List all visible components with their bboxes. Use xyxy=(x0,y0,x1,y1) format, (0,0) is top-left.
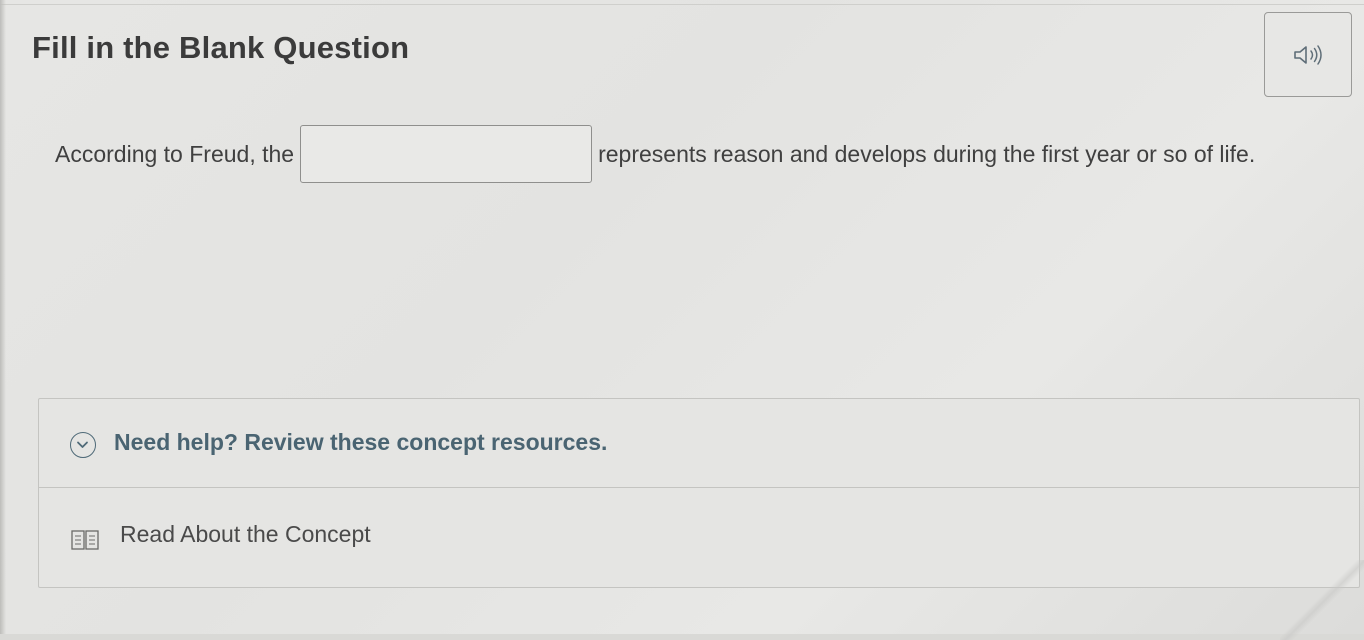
help-toggle[interactable]: Need help? Review these concept resource… xyxy=(39,399,1359,488)
question-title: Fill in the Blank Question xyxy=(32,30,410,65)
prompt-text-after: represents reason and develops during th… xyxy=(598,140,1256,167)
help-title: Need help? Review these concept resource… xyxy=(114,429,608,455)
book-icon xyxy=(71,530,99,550)
assignment-page: Fill in the Blank Question According to … xyxy=(0,0,1364,640)
question-prompt: According to Freud, the represents reason… xyxy=(55,124,1335,183)
read-aloud-button[interactable] xyxy=(1264,12,1352,97)
speaker-icon xyxy=(1294,44,1322,65)
screen-glare xyxy=(1280,560,1364,640)
chevron-down-icon xyxy=(70,432,96,458)
fill-in-blank-input[interactable] xyxy=(300,124,593,183)
prompt-text-before: According to Freud, the xyxy=(55,140,295,167)
help-resources-panel: Need help? Review these concept resource… xyxy=(38,398,1360,588)
top-divider xyxy=(0,4,1364,5)
read-about-concept-label[interactable]: Read About the Concept xyxy=(120,521,371,548)
left-edge-shadow xyxy=(0,0,6,634)
